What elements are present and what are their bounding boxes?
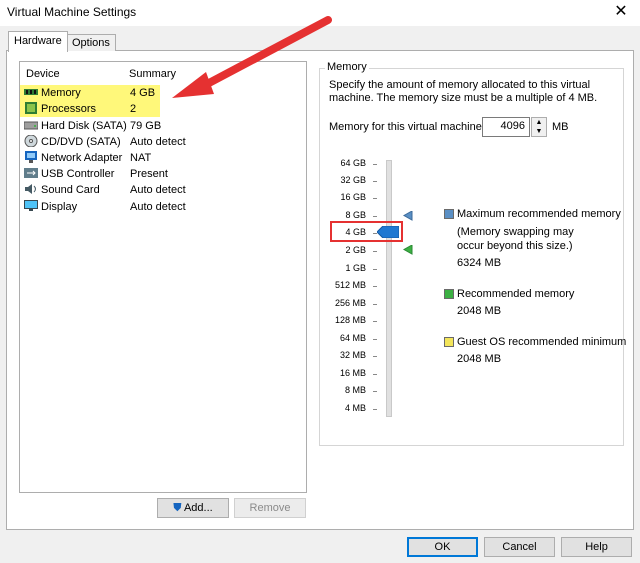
column-header-summary[interactable]: Summary — [129, 68, 176, 80]
hard-disk-icon — [24, 121, 38, 130]
memory-description: Specify the amount of memory allocated t… — [329, 79, 598, 104]
scale-tick-mark — [373, 356, 377, 357]
memory-input-value: 4096 — [500, 120, 525, 132]
legend-max-label: Maximum recommended memory — [457, 208, 621, 220]
cancel-button[interactable]: Cancel — [484, 537, 555, 557]
column-header-device[interactable]: Device — [26, 68, 60, 80]
device-summary: Auto detect — [130, 136, 186, 148]
recommended-marker-icon — [402, 245, 413, 255]
scale-tick-label: 32 GB — [340, 175, 366, 185]
scale-tick-label: 16 GB — [340, 192, 366, 202]
memory-stepper[interactable]: ▲ ▼ — [531, 117, 547, 137]
scale-tick-mark — [373, 269, 377, 270]
ok-button[interactable]: OK — [407, 537, 478, 557]
add-button-label: Add... — [183, 502, 213, 514]
sound-icon — [25, 184, 36, 194]
memory-input[interactable]: 4096 — [482, 117, 530, 137]
device-summary: Auto detect — [130, 201, 186, 213]
scale-tick-label: 32 MB — [339, 350, 366, 360]
scale-tick-label: 2 GB — [345, 245, 366, 255]
device-row-sound-card[interactable]: Sound Card Auto detect — [20, 182, 305, 198]
device-row-processors[interactable]: Processors 2 — [20, 101, 160, 117]
scale-tick-mark — [373, 216, 377, 217]
tab-options[interactable]: Options — [66, 34, 116, 51]
scale-tick-mark — [373, 409, 377, 410]
legend-max-note: (Memory swapping may occur beyond this s… — [457, 226, 574, 252]
cd-dvd-icon — [24, 135, 38, 147]
processor-icon — [25, 102, 37, 114]
device-summary: 2 — [130, 103, 137, 115]
scale-tick-mark — [373, 304, 377, 305]
device-label: Display — [41, 201, 78, 213]
scale-tick-label: 512 MB — [334, 280, 366, 290]
network-icon — [25, 151, 37, 163]
legend-recommended-label: Recommended memory — [457, 288, 575, 300]
memory-slider-track[interactable] — [386, 160, 392, 417]
annotation-arrow-icon — [172, 16, 332, 98]
device-row-hard-disk[interactable]: Hard Disk (SATA) 79 GB — [20, 118, 305, 134]
device-row-memory[interactable]: Memory 4 GB — [20, 85, 160, 101]
scale-tick-mark — [373, 198, 377, 199]
scale-tick-mark — [373, 339, 377, 340]
device-summary: Present — [130, 168, 168, 180]
usb-icon — [24, 168, 38, 178]
device-summary: 79 GB — [130, 120, 162, 132]
device-summary: 4 GB — [130, 87, 156, 99]
tab-hardware[interactable]: Hardware — [8, 31, 68, 52]
shield-icon: ⛊ — [173, 502, 182, 514]
scale-tick-label: 1 GB — [345, 263, 366, 273]
scale-tick-mark — [373, 164, 377, 165]
scale-tick-mark — [373, 181, 377, 182]
scale-tick-label: 64 MB — [339, 333, 366, 343]
device-row-usb-controller[interactable]: USB Controller Present — [20, 166, 305, 182]
legend-guest-min-label: Guest OS recommended minimum — [457, 336, 627, 348]
device-label: Processors — [41, 103, 97, 115]
device-label: Memory — [41, 87, 81, 99]
scale-tick-mark — [373, 286, 377, 287]
device-row-network-adapter[interactable]: Network Adapter NAT — [20, 150, 305, 166]
memory-field-label: Memory for this virtual machine: — [329, 121, 485, 133]
scale-tick-label: 64 GB — [340, 158, 366, 168]
legend-recommended-value: 2048 MB — [457, 305, 502, 317]
window-title: Virtual Machine Settings — [7, 5, 137, 19]
legend-swatch-recommended — [444, 289, 454, 299]
device-summary: Auto detect — [130, 184, 186, 196]
remove-button[interactable]: Remove — [234, 498, 306, 518]
scale-tick-mark — [373, 321, 377, 322]
device-label: Sound Card — [41, 184, 100, 196]
device-summary: NAT — [130, 152, 152, 164]
scale-tick-label: 128 MB — [334, 315, 366, 325]
stepper-up-icon[interactable]: ▲ — [532, 118, 546, 127]
scale-tick-label: 4 MB — [344, 403, 366, 413]
annotation-highlight-box — [330, 221, 403, 242]
legend-guest-min-value: 2048 MB — [457, 353, 502, 365]
close-button[interactable]: ✕ — [606, 2, 636, 24]
scale-tick-label: 8 MB — [344, 385, 366, 395]
device-row-display[interactable]: Display Auto detect — [20, 199, 305, 215]
legend-swatch-guest-min — [444, 337, 454, 347]
stepper-down-icon[interactable]: ▼ — [532, 127, 546, 136]
device-label: CD/DVD (SATA) — [41, 136, 121, 148]
scale-tick-label: 256 MB — [334, 298, 366, 308]
scale-tick-mark — [373, 233, 377, 234]
help-button[interactable]: Help — [561, 537, 632, 557]
device-label: USB Controller — [41, 168, 115, 180]
add-button[interactable]: ⛊ Add... — [157, 498, 229, 518]
scale-tick-mark — [373, 251, 377, 252]
memory-unit: MB — [552, 121, 569, 133]
scale-tick-mark — [373, 391, 377, 392]
memory-icon — [24, 89, 38, 95]
device-row-cd-dvd[interactable]: CD/DVD (SATA) Auto detect — [20, 134, 305, 150]
legend-max-value: 6324 MB — [457, 257, 502, 269]
device-label: Hard Disk (SATA) — [41, 120, 127, 132]
scale-tick-label: 16 MB — [339, 368, 366, 378]
max-recommended-marker-icon — [402, 211, 413, 221]
device-label: Network Adapter — [41, 152, 123, 164]
scale-tick-label: 8 GB — [345, 210, 366, 220]
legend-swatch-max — [444, 209, 454, 219]
scale-tick-mark — [373, 374, 377, 375]
display-icon — [24, 200, 38, 211]
